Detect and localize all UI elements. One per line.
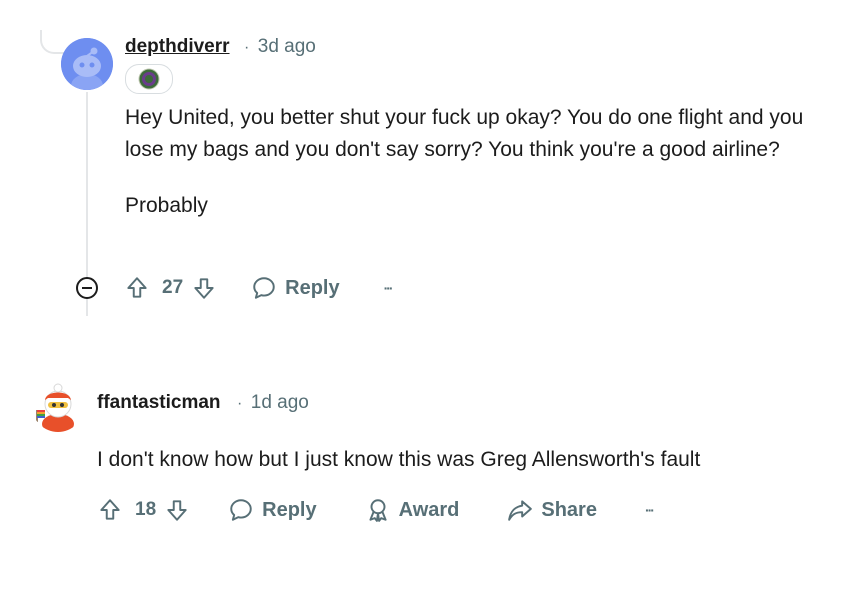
reply-button[interactable]: Reply — [251, 275, 340, 301]
avatar[interactable] — [61, 38, 113, 90]
meta-separator: · — [243, 39, 250, 56]
username[interactable]: depthdiverr — [125, 36, 230, 57]
wimbledon-badge-icon — [138, 68, 160, 90]
downvote-arrow-icon — [167, 500, 187, 521]
upvote-button[interactable] — [124, 275, 150, 301]
downvote-arrow-icon — [194, 278, 214, 299]
share-label: Share — [541, 498, 597, 521]
vote-count: 18 — [135, 499, 157, 520]
reply-label: Reply — [285, 276, 340, 299]
thread-connector — [40, 30, 64, 54]
collapse-button[interactable] — [75, 276, 99, 300]
downvote-button[interactable] — [191, 275, 217, 301]
upvote-button[interactable] — [97, 497, 123, 523]
user-flair — [125, 64, 173, 94]
comment-paragraph: Probably — [125, 194, 208, 217]
avatar[interactable] — [32, 380, 84, 432]
award-label: Award — [398, 498, 460, 521]
award-ribbon-icon — [369, 499, 387, 522]
timestamp[interactable]: 3d ago — [258, 36, 316, 57]
comment-paragraph: Hey United, you better shut your fuck up… — [125, 106, 804, 161]
comment-meta: depthdiverr · 3d ago — [125, 36, 316, 58]
vote-count: 27 — [162, 277, 184, 298]
meta-separator: · — [236, 395, 243, 412]
more-options-button[interactable]: ··· — [645, 502, 655, 518]
downvote-button[interactable] — [164, 497, 190, 523]
comment-actions: 18 Reply Award Share ··· — [97, 497, 655, 523]
upvote-arrow-icon — [127, 277, 147, 298]
comment-body: Hey United, you better shut your fuck up… — [125, 102, 825, 222]
share-arrow-icon — [508, 500, 533, 521]
comment-paragraph: I don't know how but I just know this wa… — [97, 448, 701, 471]
reply-button[interactable]: Reply — [228, 497, 317, 523]
username[interactable]: ffantasticman — [97, 392, 221, 413]
snoo-avatar-icon — [61, 38, 113, 90]
snoo-avatar-icon — [36, 383, 74, 432]
comment-meta: ffantasticman · 1d ago — [97, 392, 309, 414]
reply-bubble-icon — [253, 277, 275, 299]
comment-body: I don't know how but I just know this wa… — [97, 444, 837, 476]
reply-bubble-icon — [230, 499, 252, 521]
reply-label: Reply — [262, 498, 317, 521]
comment-actions: 27 Reply ··· — [124, 275, 394, 301]
collapse-minus-icon — [76, 277, 98, 299]
share-button[interactable]: Share — [507, 497, 597, 523]
upvote-arrow-icon — [100, 499, 120, 520]
more-options-button[interactable]: ··· — [384, 280, 394, 296]
timestamp[interactable]: 1d ago — [251, 392, 309, 413]
award-button[interactable]: Award — [365, 497, 460, 523]
